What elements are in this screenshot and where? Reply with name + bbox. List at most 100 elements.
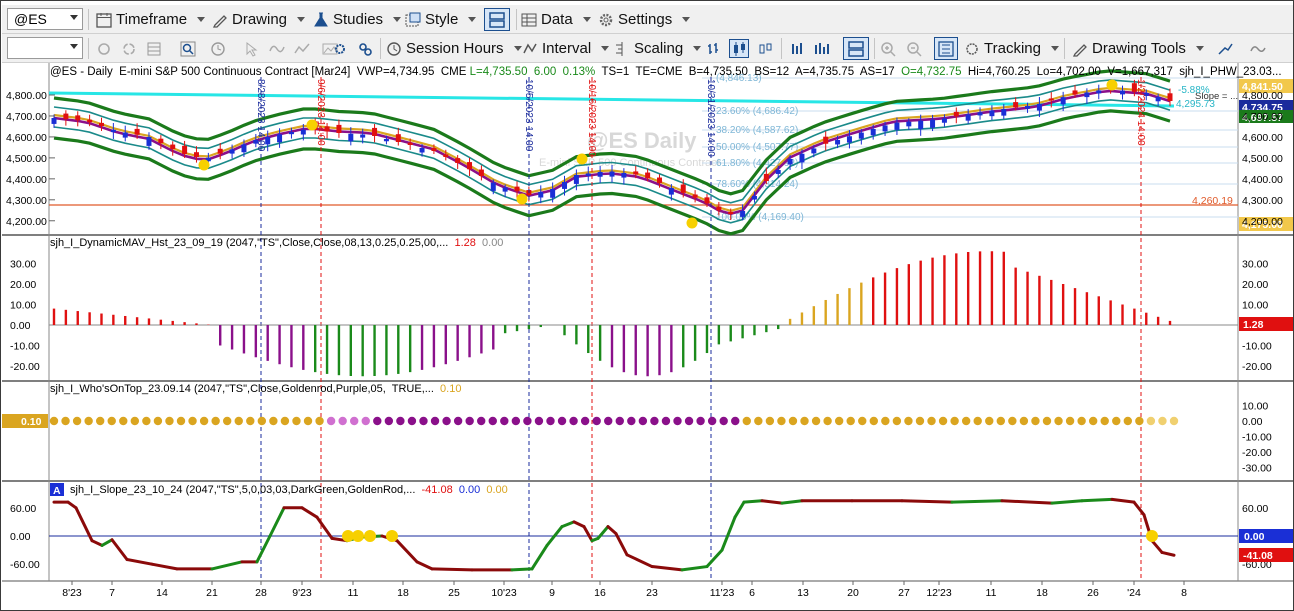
whosontop-dot	[280, 416, 290, 426]
candlestick-button[interactable]	[729, 39, 749, 58]
whosontop-dot	[257, 416, 267, 426]
scaling-menu[interactable]: Scaling	[614, 34, 702, 63]
candle-body	[372, 127, 378, 136]
trendline-button[interactable]	[1215, 39, 1235, 58]
whosontop-dot	[199, 416, 209, 426]
grid-icon	[147, 42, 161, 55]
session-hours-menu[interactable]: Session Hours	[386, 34, 522, 63]
whosontop-dot	[858, 416, 867, 426]
whosontop-dot	[142, 416, 151, 426]
candle-body	[193, 152, 199, 157]
price-header: @ES - Daily E-mini S&P 500 Continuous Co…	[50, 66, 467, 78]
whosontop-tick-right: -30.00	[1242, 463, 1272, 475]
candle-body	[229, 149, 235, 154]
clock-button[interactable]	[208, 39, 228, 58]
chevron-down-icon[interactable]	[70, 15, 78, 20]
interval-label: Interval	[542, 40, 592, 57]
data-window-button[interactable]	[934, 37, 958, 60]
whosontop-dot	[707, 416, 717, 426]
whosontop-dot	[430, 416, 440, 426]
chevron-down-icon	[393, 17, 402, 22]
ohlc-bar-button[interactable]	[705, 39, 725, 58]
candle-body	[645, 172, 651, 179]
whosontop-left-tag: 0.10	[2, 414, 48, 428]
whosontop-dot	[350, 416, 359, 426]
candle-body	[1025, 106, 1031, 109]
wave-button[interactable]	[267, 39, 287, 58]
settings-tool-button[interactable]	[330, 39, 350, 58]
settings-pair-button[interactable]	[355, 39, 375, 58]
tracking-menu[interactable]: Tracking	[964, 34, 1059, 63]
zoom-find-button[interactable]	[178, 39, 198, 58]
cursor-button[interactable]	[242, 39, 262, 58]
drawing-tools-menu[interactable]: Drawing Tools	[1072, 34, 1204, 63]
slope-value-2: 0.00	[459, 484, 480, 496]
wave-icon	[269, 45, 285, 52]
settings-menu[interactable]: Settings	[598, 5, 691, 34]
slope-tag-zero: 0.00	[1239, 529, 1293, 543]
drawing-menu[interactable]: Drawing	[212, 5, 306, 34]
grid-button[interactable]	[144, 39, 164, 58]
hollow-candle-button[interactable]	[755, 39, 775, 58]
whosontop-dot	[176, 416, 186, 426]
candle-body	[835, 140, 841, 145]
whosontop-dot	[546, 416, 555, 426]
candle-body	[502, 187, 508, 192]
analysis-button[interactable]	[1248, 39, 1268, 58]
chart-area[interactable]: @ES Daily E-mini S&P 500 Continuous Cont…	[2, 63, 1294, 611]
slope-segment	[950, 499, 1004, 504]
quote-fields: TS=1 TE=CME B=4,735.50 BS=12 A=4,735.75 …	[601, 66, 894, 78]
price-tick-label-left: 4,700.00	[6, 111, 47, 123]
whosontop-dot	[580, 416, 590, 426]
candle-body	[122, 132, 128, 138]
zoom-out-icon	[907, 41, 922, 57]
style-menu[interactable]: Style	[405, 5, 477, 34]
slope-zero-dot	[352, 530, 364, 542]
studies-menu[interactable]: Studies	[313, 5, 402, 34]
main-toolbar: @ES Timeframe Drawing Studies Style Data…	[2, 5, 1293, 34]
reload-button[interactable]	[119, 39, 139, 58]
candle-body	[63, 113, 69, 120]
data-label: Data	[541, 11, 573, 28]
date-tick-label: 27	[898, 587, 910, 599]
whosontop-dot	[153, 416, 163, 426]
whosontop-dot	[303, 416, 313, 426]
volume-button[interactable]	[788, 39, 808, 58]
interval-menu[interactable]: Interval	[522, 34, 610, 63]
workspace-combo[interactable]	[7, 37, 83, 59]
candle-body	[217, 148, 223, 154]
whosontop-dot	[234, 416, 243, 426]
panes-icon	[489, 11, 505, 28]
price-tick-label-right: 4,500.00	[1242, 153, 1283, 165]
symbol-input[interactable]: @ES	[7, 8, 83, 30]
panes-button[interactable]	[843, 37, 869, 60]
whosontop-dot	[72, 416, 82, 426]
candle-body	[288, 132, 294, 135]
candle-body	[1001, 109, 1007, 116]
histogram-tick-right: 30.00	[1242, 259, 1268, 271]
trend-button[interactable]	[292, 39, 312, 58]
zoom-out-button[interactable]	[904, 39, 924, 58]
whosontop-dot	[604, 416, 613, 426]
slope-zero-dot	[1146, 530, 1158, 542]
whosontop-dot	[534, 416, 544, 426]
whosontop-dot	[1031, 416, 1040, 426]
event-vline-label: 10/16/2023 14:00	[586, 79, 597, 157]
histogram-value-tag: 1.28	[1239, 317, 1293, 331]
chevron-down-icon[interactable]	[70, 44, 78, 49]
candle-body	[98, 122, 104, 126]
candle-body	[858, 132, 864, 139]
whosontop-dot	[673, 416, 682, 426]
slope-pane-badge[interactable]: A	[50, 483, 64, 497]
whosontop-dot	[777, 416, 786, 426]
zoom-in-button[interactable]	[878, 39, 898, 58]
candle-body	[918, 120, 924, 130]
layout-toggle-button[interactable]	[484, 8, 510, 31]
bars-button[interactable]	[812, 39, 832, 58]
date-tick-label: 9'23	[292, 587, 312, 599]
timeframe-menu[interactable]: Timeframe	[96, 5, 206, 34]
data-menu[interactable]: Data	[521, 5, 591, 34]
toolbar-divider	[88, 38, 89, 59]
refresh-button[interactable]	[94, 39, 114, 58]
whosontop-axis-ticks: 10.00 0.00 -10.00 -20.00 -30.00	[1242, 401, 1272, 475]
